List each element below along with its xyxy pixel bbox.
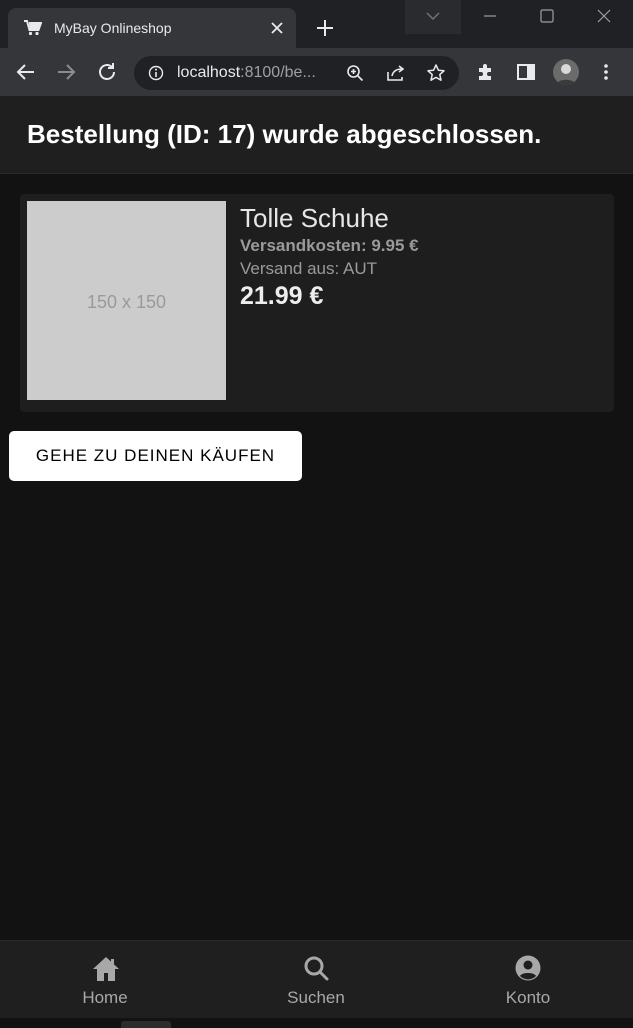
product-name: Tolle Schuhe [240,203,389,233]
search-icon [304,956,329,981]
tab-close-icon[interactable] [270,21,284,35]
bookmark-star-icon[interactable] [426,63,446,88]
go-to-purchases-button[interactable]: GEHE ZU DEINEN KÄUFEN [9,431,302,481]
side-panel-icon[interactable] [516,62,538,84]
tab-search-button[interactable] [405,0,461,34]
home-icon [93,957,119,981]
product-image-placeholder: 150 x 150 [27,201,226,400]
new-tab-icon[interactable] [316,19,334,37]
url-text: localhost:8100/be... [177,64,316,82]
page-title: Bestellung (ID: 17) wurde abgeschlossen. [27,119,542,149]
chevron-down-icon [426,12,440,21]
ships-from: Versand aus: AUT [240,259,378,278]
app-header: Bestellung (ID: 17) wurde abgeschlossen. [0,96,633,174]
share-icon[interactable] [386,64,406,87]
window-close-icon[interactable] [596,8,612,24]
tab-home[interactable]: Home [45,941,165,1019]
tab-account[interactable]: Konto [468,941,588,1019]
product-price: 21.99 € [240,282,324,310]
browser-toolbar: localhost:8100/be... [0,48,633,96]
menu-kebab-icon[interactable] [596,62,618,84]
forward-icon[interactable] [55,61,77,83]
profile-avatar[interactable] [553,59,579,85]
minimize-icon[interactable] [482,8,498,24]
url-host: localhost [177,64,241,81]
shipping-cost: Versandkosten: 9.95 € [240,236,419,255]
browser-tab[interactable]: MyBay Onlineshop [8,8,296,48]
back-icon[interactable] [15,61,37,83]
main-content: 150 x 150 Tolle Schuhe Versandkosten: 9.… [0,175,633,940]
address-bar[interactable]: localhost:8100/be... [134,56,459,90]
tab-account-label: Konto [505,988,551,1007]
info-icon[interactable] [148,65,164,86]
reload-icon[interactable] [96,61,118,83]
bottom-strip [0,1018,633,1028]
bottom-tab-bar: Home Suchen Konto [0,940,633,1018]
image-placeholder-label: 150 x 150 [86,292,167,312]
tab-search[interactable]: Suchen [256,941,376,1019]
extensions-icon[interactable] [476,62,498,84]
url-path: :8100/be... [240,64,316,81]
zoom-icon[interactable] [346,64,364,87]
tab-home-label: Home [82,988,128,1007]
maximize-icon[interactable] [539,8,555,24]
browser-tab-strip: MyBay Onlineshop [0,0,633,48]
account-icon [515,955,541,981]
tab-search-label: Suchen [287,988,345,1007]
scroll-indicator [121,1021,171,1028]
cart-icon [24,20,43,36]
tab-title: MyBay Onlineshop [54,20,172,36]
order-item-card: 150 x 150 Tolle Schuhe Versandkosten: 9.… [20,194,614,412]
